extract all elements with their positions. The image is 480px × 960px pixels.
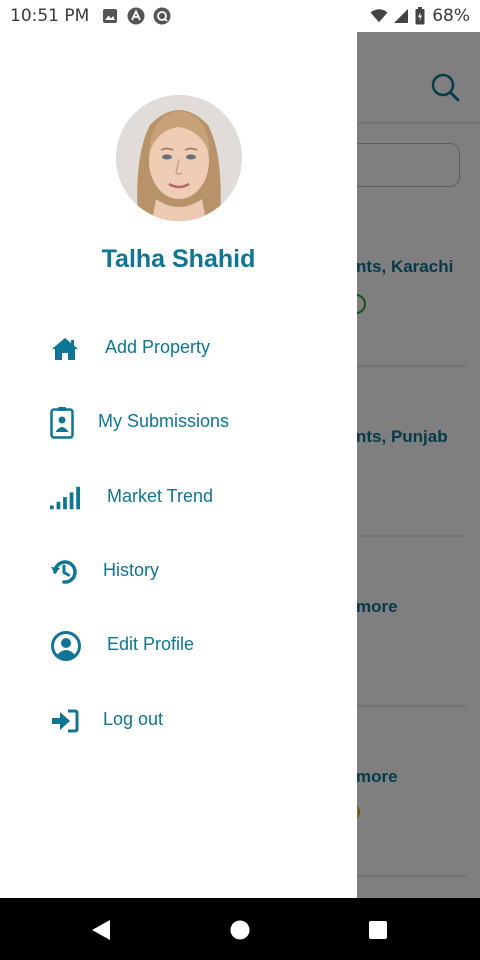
arch-icon xyxy=(127,7,145,25)
battery-percent: 68% xyxy=(432,6,470,26)
menu-item-label: Edit Profile xyxy=(107,634,195,654)
battery-icon xyxy=(414,7,426,25)
menu-item-my-submissions[interactable]: My Submissions xyxy=(0,398,357,446)
menu-item-label: History xyxy=(103,560,160,580)
navigation-drawer: Talha Shahid Add Property My Submissions… xyxy=(0,32,357,898)
user-name: Talha Shahid xyxy=(101,245,256,273)
menu-item-label: Market Trend xyxy=(107,486,214,506)
menu-item-edit-profile[interactable]: Edit Profile xyxy=(0,621,357,669)
status-time: 10:51 PM xyxy=(10,6,90,26)
sync-icon xyxy=(153,7,171,25)
system-navigation-bar xyxy=(0,898,480,960)
menu-item-label: Add Property xyxy=(105,337,211,357)
signal-bars-icon xyxy=(50,483,80,513)
home-circle-icon[interactable] xyxy=(229,919,251,941)
avatar[interactable] xyxy=(116,95,242,221)
menu-item-label: My Submissions xyxy=(98,411,230,431)
menu-item-label: Log out xyxy=(103,709,164,729)
menu-item-add-property[interactable]: Add Property xyxy=(0,324,357,372)
recents-square-icon[interactable] xyxy=(367,919,389,941)
history-icon xyxy=(49,557,79,587)
wifi-icon xyxy=(370,7,388,25)
image-icon xyxy=(101,7,119,25)
menu-item-market-trend[interactable]: Market Trend xyxy=(0,473,357,521)
logout-icon xyxy=(50,706,80,736)
status-bar: 10:51 PM 68% xyxy=(0,0,480,32)
menu-item-log-out[interactable]: Log out xyxy=(0,696,357,744)
back-icon[interactable] xyxy=(90,919,112,941)
user-circle-icon xyxy=(51,631,81,661)
signal-icon xyxy=(392,7,410,25)
home-icon xyxy=(50,334,80,364)
menu-item-history[interactable]: History xyxy=(0,547,357,595)
id-badge-icon xyxy=(47,407,77,439)
